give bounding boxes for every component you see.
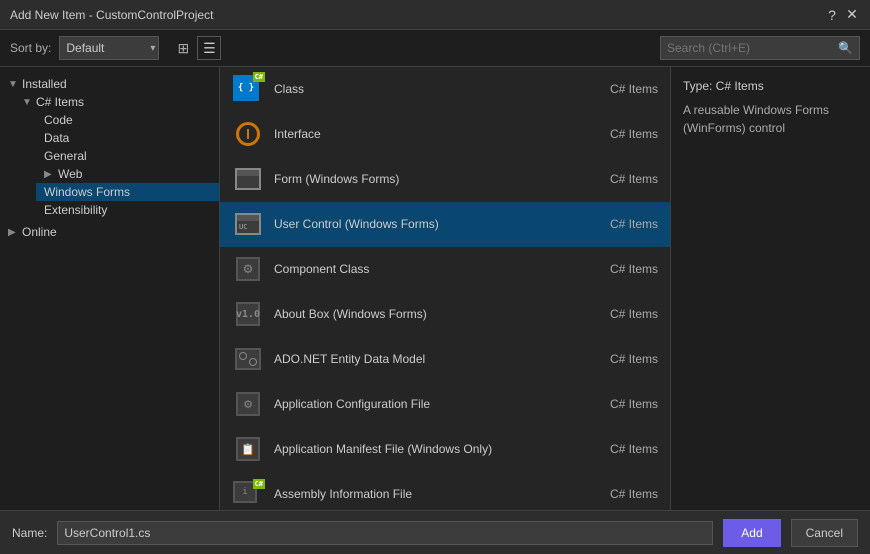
tree-web[interactable]: ▶ Web [36,165,219,183]
name-input[interactable] [57,521,713,545]
list-item[interactable]: { } C# Class C# Items [220,67,670,112]
cancel-button[interactable]: Cancel [791,519,858,547]
tree-data[interactable]: Data [36,129,219,147]
grid-view-button[interactable]: ⊞ [171,36,195,60]
component-icon: ⚙ [232,253,264,285]
view-buttons: ⊞ ☰ [171,36,221,60]
bottom-bar: Name: Add Cancel [0,510,870,554]
tree-code[interactable]: Code [36,111,219,129]
usercontrol-icon: UC [232,208,264,240]
installed-label: Installed [22,77,67,91]
tree-extensibility[interactable]: Extensibility [36,201,219,219]
class-icon: { } C# [232,73,264,105]
sort-select[interactable]: Default Name Type [59,36,159,60]
interface-icon [232,118,264,150]
items-list: { } C# Class C# Items Interface [220,67,670,510]
list-item[interactable]: ADO.NET Entity Data Model C# Items [220,337,670,382]
list-item[interactable]: i C# Assembly Information File C# Items [220,472,670,510]
title-bar-controls: ? ✕ [824,7,860,23]
aboutbox-icon: v1.0 [232,298,264,330]
list-item[interactable]: Interface C# Items [220,112,670,157]
list-item[interactable]: ⚙ Application Configuration File C# Item… [220,382,670,427]
tree-installed[interactable]: ▼ Installed [0,75,219,93]
search-icon: 🔍 [838,41,853,55]
type-description: A reusable Windows Forms (WinForms) cont… [683,101,858,137]
middle-panel[interactable]: { } C# Class C# Items Interface [220,67,670,510]
form-icon [232,163,264,195]
toolbar: Sort by: Default Name Type ⊞ ☰ 🔍 [0,30,870,67]
installed-arrow: ▼ [8,79,22,90]
tree-children: Code Data General ▶ Web Windows Forms Ex… [0,111,219,219]
list-item[interactable]: ⚙ Component Class C# Items [220,247,670,292]
type-label: Type: C# Items [683,79,858,93]
list-item[interactable]: UC User Control (Windows Forms) C# Items [220,202,670,247]
close-button[interactable]: ✕ [844,7,860,23]
dialog-title: Add New Item - CustomControlProject [10,8,213,22]
sort-label: Sort by: [10,41,51,55]
help-button[interactable]: ? [824,7,840,23]
content-area: ▼ Installed ▼ C# Items Code Data General… [0,67,870,510]
csharp-items-label: C# Items [36,95,84,109]
right-panel: Type: C# Items A reusable Windows Forms … [670,67,870,510]
list-item[interactable]: v1.0 About Box (Windows Forms) C# Items [220,292,670,337]
online-arrow: ▶ [8,227,22,238]
tree-online[interactable]: ▶ Online [0,223,219,241]
adonet-icon [232,343,264,375]
appconfig-icon: ⚙ [232,388,264,420]
tree-general[interactable]: General [36,147,219,165]
online-label: Online [22,225,57,239]
tree-windows-forms[interactable]: Windows Forms [36,183,219,201]
add-button[interactable]: Add [723,519,780,547]
sort-select-wrap: Default Name Type [59,36,159,60]
web-arrow: ▶ [44,169,58,180]
list-view-button[interactable]: ☰ [197,36,221,60]
dialog-body: Sort by: Default Name Type ⊞ ☰ 🔍 ▼ Insta… [0,30,870,554]
assembly-icon: i C# [232,478,264,510]
title-bar: Add New Item - CustomControlProject ? ✕ [0,0,870,30]
search-input[interactable] [667,41,838,55]
left-panel: ▼ Installed ▼ C# Items Code Data General… [0,67,220,510]
list-item[interactable]: Form (Windows Forms) C# Items [220,157,670,202]
list-item[interactable]: 📋 Application Manifest File (Windows Onl… [220,427,670,472]
manifest-icon: 📋 [232,433,264,465]
name-label: Name: [12,526,47,540]
tree-csharp-items[interactable]: ▼ C# Items [0,93,219,111]
search-wrap: 🔍 [660,36,860,60]
csharp-items-arrow: ▼ [22,97,36,108]
